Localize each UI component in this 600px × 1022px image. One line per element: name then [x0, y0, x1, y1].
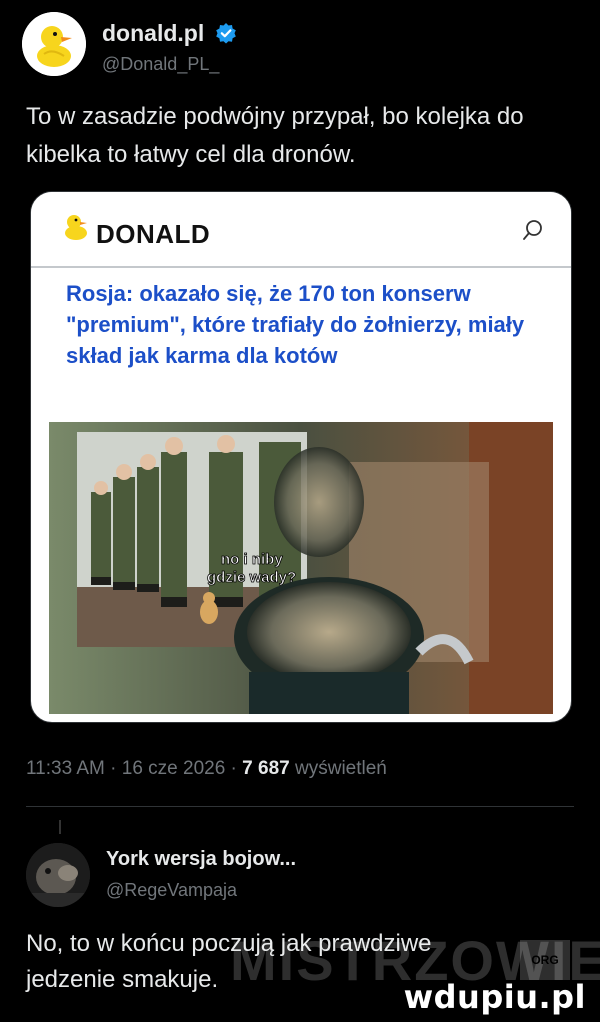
divider	[26, 806, 574, 807]
author-avatar[interactable]	[22, 12, 86, 76]
views-label: wyświetleń	[289, 758, 387, 779]
duck-icon	[65, 215, 87, 240]
tweet-meta: 11:33 AM · 16 cze 2026 · 7 687 wyświetle…	[26, 758, 387, 780]
article-headline: Rosja: okazało się, że 170 ton konserw "…	[66, 281, 525, 368]
meme-caption-line-1: no i niby	[221, 551, 283, 568]
watermark-badge: ORG	[520, 940, 570, 980]
embedded-image-card[interactable]: DONALD Rosja: okazało się, że 170 ton ko…	[30, 191, 572, 723]
tweet-header: donald.pl @Donald_PL_	[22, 12, 582, 78]
reply-author-name[interactable]: York wersja bojow...	[106, 848, 296, 871]
verified-badge-icon	[215, 23, 236, 44]
thread-connector	[59, 820, 61, 834]
search-icon	[523, 220, 542, 240]
reply-author-handle[interactable]: @RegeVampaja	[106, 880, 237, 901]
avatar-photo-icon	[26, 843, 90, 907]
author-handle[interactable]: @Donald_PL_	[102, 54, 219, 75]
watermark-site: wdupiu.pl	[403, 978, 586, 1016]
author-name-row[interactable]: donald.pl	[102, 20, 237, 47]
tweet-text: To w zasadzie podwójny przypał, bo kolej…	[26, 103, 524, 168]
reply-avatar[interactable]	[26, 843, 90, 907]
duck-icon	[22, 12, 86, 76]
meme-caption-line-2: gdzie wady?	[207, 569, 296, 586]
site-header: DONALD	[31, 192, 571, 268]
author-name[interactable]: donald.pl	[102, 20, 204, 46]
site-name: DONALD	[96, 219, 211, 249]
tweet-timestamp[interactable]: 11:33 AM · 16 cze 2026 ·	[26, 758, 242, 779]
article-image: no i niby gdzie wady?	[49, 422, 553, 714]
views-count: 7 687	[242, 758, 290, 779]
